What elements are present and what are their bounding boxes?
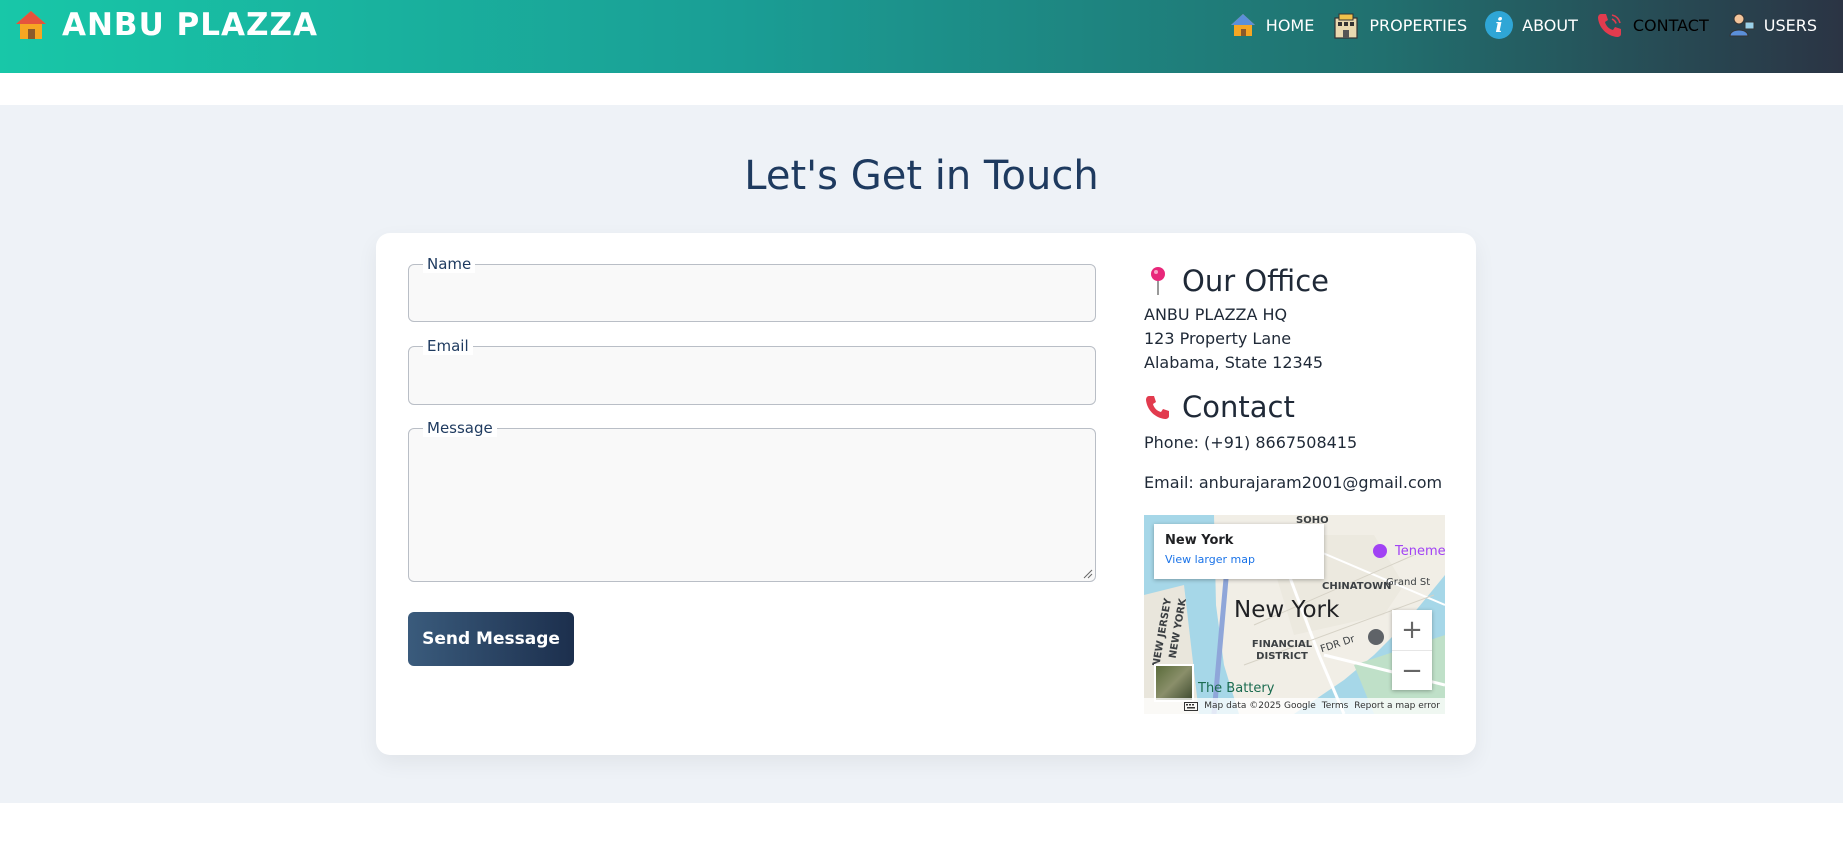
name-label: Name	[423, 255, 476, 273]
map-label: Teneme	[1395, 544, 1445, 559]
page-title: Let's Get in Touch	[744, 153, 1099, 199]
phone-text: Phone: (+91) 8667508415	[1144, 433, 1358, 452]
map-label: CHINATOWN	[1322, 581, 1392, 592]
nav-label-contact: CONTACT	[1632, 15, 1709, 35]
pin-icon	[1151, 267, 1165, 295]
map-report-link[interactable]: Report a map error	[1354, 701, 1440, 711]
view-larger-map-link[interactable]: View larger map	[1165, 553, 1313, 566]
nav-item-users[interactable]: USERS	[1726, 10, 1817, 40]
user-icon	[1729, 13, 1755, 37]
office-address: ANBU PLAZZA HQ 123 Property Lane Alabama…	[1144, 303, 1449, 375]
map-label: FINANCIAL DISTRICT	[1251, 639, 1313, 662]
map-zoom-controls: + −	[1392, 610, 1432, 690]
phone-icon	[1597, 14, 1621, 37]
send-message-button[interactable]: Send Message	[408, 612, 574, 666]
map-city-label: New York	[1234, 597, 1340, 623]
email-field: Email	[408, 337, 1096, 405]
nav-label-properties: PROPERTIES	[1369, 15, 1468, 35]
contact-heading-row: Contact	[1144, 389, 1449, 425]
phone-icon	[1146, 396, 1169, 419]
top-navbar: ANBU PLAZZA HOME PROPERTIES i ABOUT CONT…	[0, 0, 1843, 73]
svg-text:i: i	[1495, 13, 1503, 37]
map-terms-link[interactable]: Terms	[1322, 701, 1349, 711]
info-column: Our Office ANBU PLAZZA HQ 123 Property L…	[1144, 263, 1449, 495]
contact-section: Let's Get in Touch Name Email Message Se…	[0, 105, 1843, 803]
nav-item-home[interactable]: HOME	[1228, 10, 1315, 40]
nav-label-about: ABOUT	[1522, 15, 1578, 35]
nav-item-about[interactable]: i ABOUT	[1484, 10, 1578, 40]
nav-item-properties[interactable]: PROPERTIES	[1331, 10, 1467, 40]
house-icon	[1230, 14, 1255, 36]
map-label: The Battery	[1198, 681, 1275, 696]
address-line: 123 Property Lane	[1144, 329, 1292, 348]
brand-name: ANBU PLAZZA	[62, 7, 318, 43]
name-field: Name	[408, 255, 1096, 322]
contact-heading: Contact	[1182, 390, 1295, 424]
main-nav: HOME PROPERTIES i ABOUT CONTACT USERS	[1228, 10, 1817, 40]
info-icon: i	[1485, 11, 1514, 39]
house-icon	[16, 11, 46, 39]
name-input[interactable]	[409, 265, 1095, 321]
header-spacer	[0, 73, 1843, 105]
embedded-map[interactable]: SOHO CHINATOWN Grand St FINANCIAL DISTRI…	[1144, 515, 1445, 714]
resize-grip-icon[interactable]	[1083, 569, 1093, 579]
map-popup-title: New York	[1165, 533, 1234, 548]
address-line: ANBU PLAZZA HQ	[1144, 305, 1288, 324]
email-text: Email: anburajaram2001@gmail.com	[1144, 473, 1443, 492]
nav-label-users: USERS	[1763, 15, 1817, 35]
address-line: Alabama, State 12345	[1144, 353, 1324, 372]
map-footer: Map data ©2025 Google Terms Report a map…	[1144, 698, 1445, 714]
office-heading-row: Our Office	[1144, 263, 1449, 299]
message-field: Message	[408, 419, 1096, 582]
office-heading: Our Office	[1182, 264, 1329, 298]
nav-item-contact[interactable]: CONTACT	[1595, 10, 1709, 40]
building-icon	[1334, 13, 1358, 39]
brand[interactable]: ANBU PLAZZA	[14, 7, 318, 43]
zoom-in-button[interactable]: +	[1392, 610, 1432, 650]
message-label: Message	[423, 419, 497, 437]
map-info-popup: New York View larger map	[1154, 524, 1324, 579]
map-label: Grand St	[1386, 577, 1431, 588]
email-input[interactable]	[409, 347, 1095, 404]
nav-label-home: HOME	[1265, 15, 1315, 35]
message-input[interactable]	[409, 429, 1095, 581]
map-attribution: Map data ©2025 Google	[1204, 701, 1316, 711]
zoom-out-button[interactable]: −	[1392, 650, 1432, 690]
contact-card: Name Email Message Send Message Our Offi…	[376, 233, 1476, 755]
email-label: Email	[423, 337, 473, 355]
satellite-toggle[interactable]	[1154, 664, 1194, 702]
keyboard-icon[interactable]	[1184, 701, 1199, 711]
